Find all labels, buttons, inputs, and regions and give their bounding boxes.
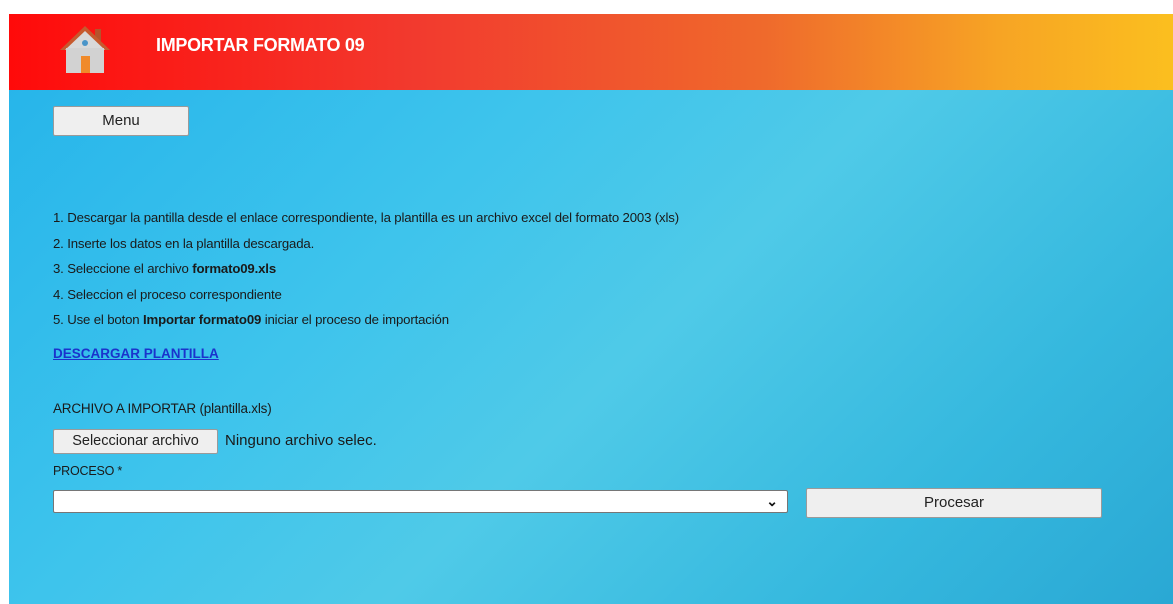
instruction-text: Seleccion el proceso correspondiente <box>67 286 282 302</box>
file-status-text: Ninguno archivo selec. <box>225 432 377 449</box>
header-bar: IMPORTAR FORMATO 09 <box>9 14 1173 90</box>
select-file-button[interactable]: Seleccionar archivo <box>53 429 218 454</box>
procesar-button[interactable]: Procesar <box>806 488 1102 518</box>
instruction-item: 5. Use el boton Importar formato09 inici… <box>53 310 679 336</box>
instruction-number: 1. <box>53 210 64 225</box>
download-template-link[interactable]: DESCARGAR PLANTILLA <box>53 346 219 361</box>
instruction-text: Descargar la pantilla desde el enlace co… <box>67 210 679 225</box>
menu-button[interactable]: Menu <box>53 106 189 136</box>
instruction-number: 4. <box>53 286 64 302</box>
instructions-list: 1. Descargar la pantilla desde el enlace… <box>53 208 679 336</box>
instruction-number: 5. <box>53 312 64 327</box>
page-title: IMPORTAR FORMATO 09 <box>156 35 365 55</box>
instruction-item: 2. Inserte los datos en la plantilla des… <box>53 234 679 260</box>
proceso-label: PROCESO * <box>53 464 123 478</box>
instruction-text: Seleccione el archivo <box>67 261 189 276</box>
chevron-down-icon: ⌄ <box>766 493 778 509</box>
instruction-text: Use el boton <box>67 312 140 327</box>
proceso-select[interactable]: ⌄ <box>53 490 788 513</box>
instruction-button-name: Importar formato09 <box>142 312 262 327</box>
instruction-item: 4. Seleccion el proceso correspondiente <box>53 285 679 311</box>
app-window: IMPORTAR FORMATO 09 Menu 1. Descargar la… <box>9 14 1173 604</box>
instruction-text: Inserte los datos en la plantilla descar… <box>67 235 315 251</box>
instruction-item: 1. Descargar la pantilla desde el enlace… <box>53 208 679 234</box>
instruction-filename: formato09.xls <box>192 261 277 276</box>
instruction-number: 2. <box>53 235 64 251</box>
instruction-number: 3. <box>53 261 64 276</box>
instruction-text-tail: iniciar el proceso de importación <box>264 312 449 327</box>
instruction-item: 3. Seleccione el archivo formato09.xls <box>53 259 679 285</box>
file-input-label: ARCHIVO A IMPORTAR (plantilla.xls) <box>53 401 272 416</box>
home-icon[interactable] <box>57 23 113 75</box>
